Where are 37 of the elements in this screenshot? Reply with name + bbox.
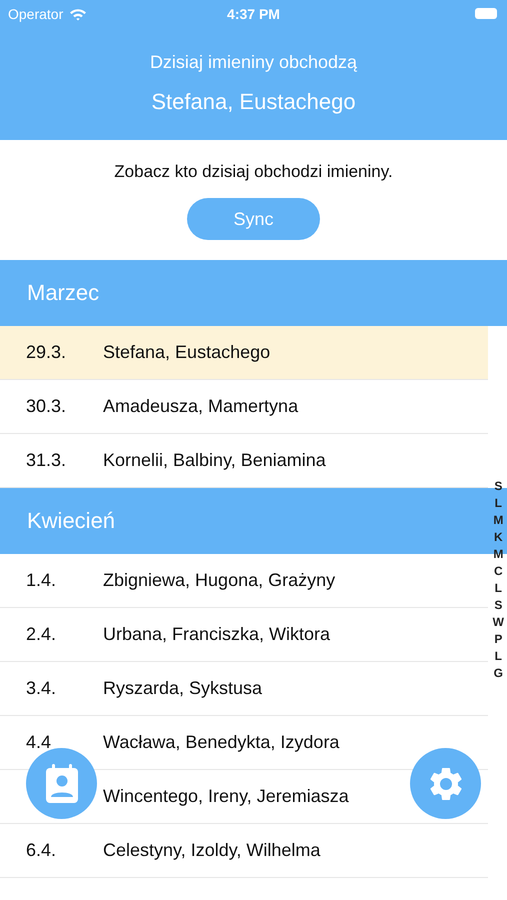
index-letter[interactable]: L — [494, 648, 502, 665]
date-label: 31.3. — [25, 450, 68, 471]
date-label: 4.4 — [25, 732, 52, 753]
names-label: Urbana, Franciszka, Wiktora — [103, 624, 330, 645]
names-label: Ryszarda, Sykstusa — [103, 678, 262, 699]
names-label: Celestyny, Izoldy, Wilhelma — [103, 840, 320, 861]
index-letter[interactable]: K — [494, 529, 503, 546]
date-label: 3.4. — [25, 678, 58, 699]
header-subtitle: Dzisiaj imieniny obchodzą — [148, 52, 358, 73]
carrier-name: Operator — [8, 6, 64, 22]
names-label: Zbigniewa, Hugona, Grażyny — [103, 570, 336, 591]
contact-calendar-icon — [44, 764, 80, 804]
date-label: 30.3. — [25, 396, 68, 417]
status-time: 4:37 PM — [227, 6, 280, 22]
index-letter[interactable]: C — [494, 563, 503, 580]
sync-description: Zobacz kto dzisiaj obchodzi imieniny. — [114, 162, 393, 182]
date-label: 29.3. — [25, 342, 68, 363]
index-letter[interactable]: M — [493, 512, 504, 529]
header-names: Stefana, Eustachego — [150, 89, 357, 115]
names-label: Wincentego, Ireny, Jeremiasza — [103, 786, 349, 807]
index-letter[interactable]: L — [494, 580, 502, 597]
names-label: Wacława, Benedykta, Izydora — [103, 732, 340, 753]
wifi-icon — [69, 8, 88, 20]
section-header: Marzec — [0, 260, 507, 326]
date-label: 2.4. — [25, 624, 58, 645]
date-label: 1.4. — [25, 570, 58, 591]
index-letter[interactable]: W — [492, 614, 504, 631]
index-letter[interactable]: G — [494, 665, 503, 682]
battery-icon — [475, 8, 497, 19]
name-day-row[interactable]: 29.3. Stefana, Eustachego — [0, 326, 488, 380]
names-label: Amadeusza, Mamertyna — [103, 396, 298, 417]
index-letter[interactable]: L — [494, 495, 502, 512]
index-letter[interactable]: S — [494, 597, 502, 614]
index-letter[interactable]: P — [494, 631, 502, 648]
names-label: Kornelii, Balbiny, Beniamina — [103, 450, 326, 471]
names-label: Stefana, Eustachego — [103, 342, 270, 363]
date-label: 6.4. — [25, 840, 58, 861]
